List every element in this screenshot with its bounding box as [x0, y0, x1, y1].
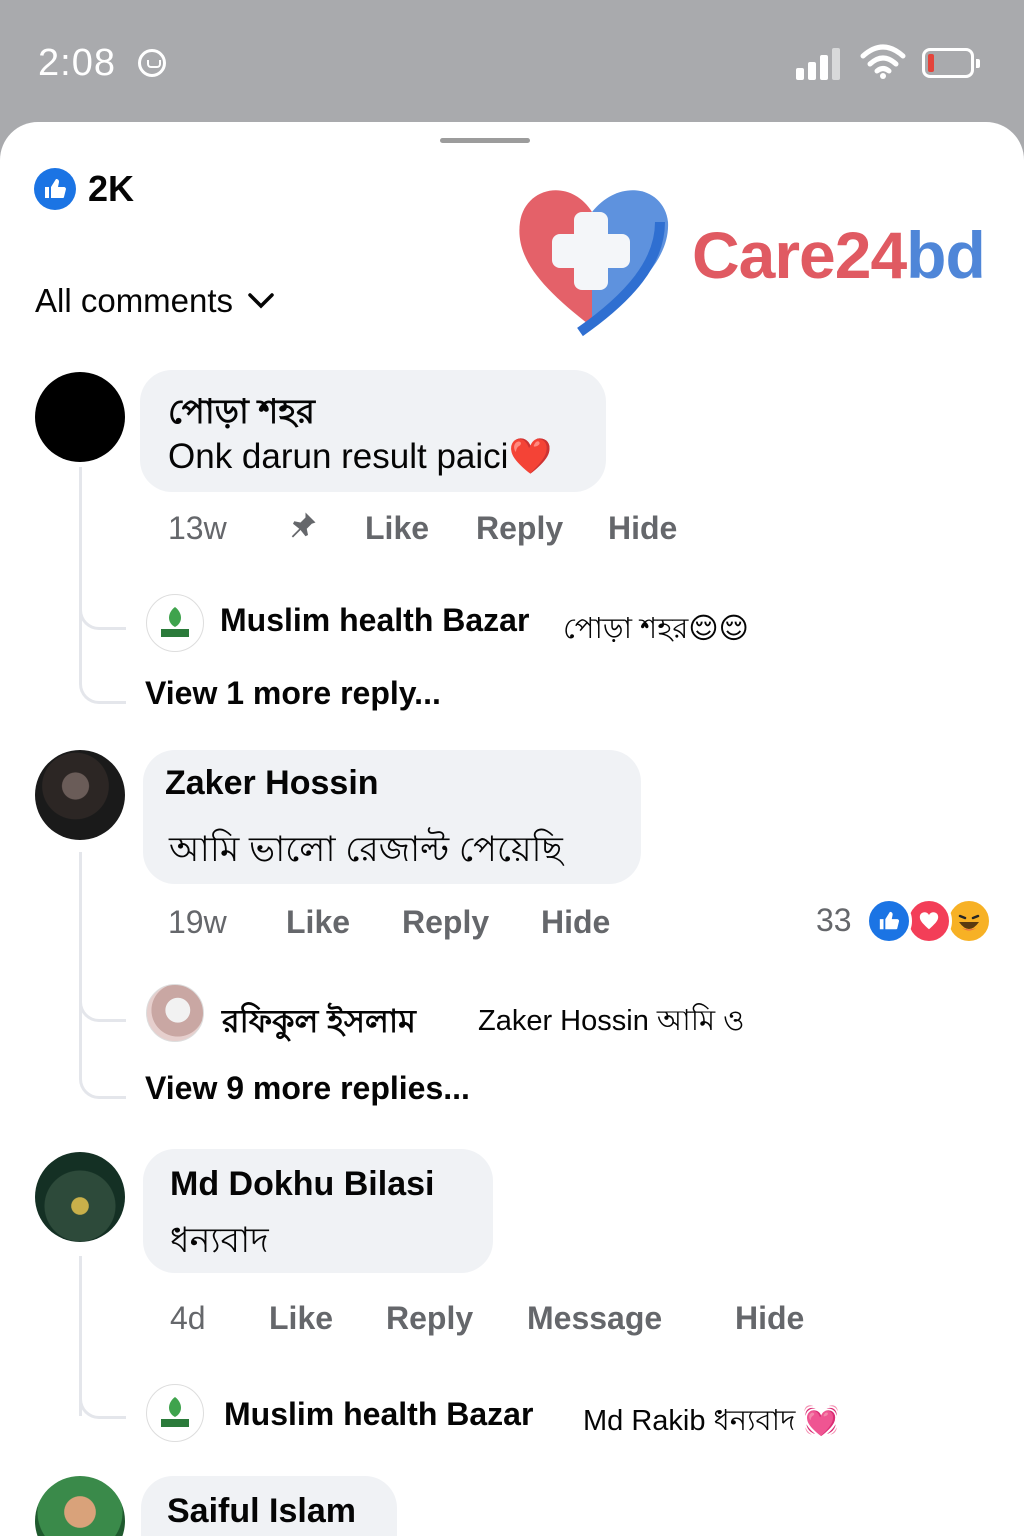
reply-author[interactable]: Muslim health Bazar: [220, 602, 529, 639]
comment-timestamp[interactable]: 13w: [168, 510, 227, 547]
comment-timestamp[interactable]: 19w: [168, 904, 227, 941]
reply-avatar[interactable]: [146, 594, 204, 652]
view-more-connector: [79, 1072, 126, 1099]
reply-author[interactable]: রফিকুল ইসলাম: [222, 996, 416, 1050]
like-action[interactable]: Like: [365, 510, 429, 547]
chevron-down-icon: [248, 293, 274, 309]
reply-connector: [79, 995, 126, 1022]
comment-text: আমি ভালো রেজাল্ট পেয়েছি: [169, 830, 563, 869]
heart-emoji: ❤️: [508, 437, 553, 476]
beating-heart-emoji: 💓: [803, 1405, 840, 1437]
like-icon: [34, 168, 76, 210]
reply-avatar[interactable]: [146, 984, 204, 1042]
relieved-emoji: 😌😌: [688, 613, 749, 645]
comments-sheet: 2K All comments Care24bd পোড়া শহর Onk d…: [0, 122, 1024, 1536]
pin-icon: [291, 512, 316, 538]
comment-author[interactable]: Zaker Hossin: [165, 764, 379, 803]
comment-bubble[interactable]: Saiful Islam: [141, 1476, 397, 1536]
reply-connector: [79, 1392, 126, 1419]
reply-action[interactable]: Reply: [476, 510, 563, 547]
comment-avatar[interactable]: [35, 372, 125, 462]
reply-action[interactable]: Reply: [402, 904, 489, 941]
reactions-summary[interactable]: 2K: [34, 168, 134, 210]
reply-text: Zaker Hossin আমি ও: [478, 1005, 745, 1037]
reply-text: পোড়া শহর😌😌: [563, 613, 749, 645]
like-action[interactable]: Like: [269, 1300, 333, 1337]
view-more-replies-link[interactable]: View 9 more replies...: [145, 1070, 470, 1107]
like-icon: [866, 898, 912, 944]
view-more-connector: [79, 677, 126, 704]
comment-bubble[interactable]: Zaker Hossin আমি ভালো রেজাল্ট পেয়েছি: [143, 750, 641, 884]
comment-bubble[interactable]: পোড়া শহর Onk darun result paici❤️: [140, 370, 606, 492]
haha-icon: [946, 898, 992, 944]
wifi-icon: [860, 44, 906, 79]
status-bar: 2:08: [0, 0, 1024, 125]
hide-action[interactable]: Hide: [735, 1300, 804, 1337]
comment-text: ধন্যবাদ: [170, 1221, 269, 1260]
thread-line: [79, 852, 82, 1072]
reply-action[interactable]: Reply: [386, 1300, 473, 1337]
hide-action[interactable]: Hide: [541, 904, 610, 941]
comment-author[interactable]: Saiful Islam: [167, 1492, 356, 1531]
comment-bubble[interactable]: Md Dokhu Bilasi ধন্যবাদ: [143, 1149, 493, 1273]
hide-action[interactable]: Hide: [608, 510, 677, 547]
muslim-health-bazar-logo-icon: [149, 1387, 201, 1439]
view-more-replies-link[interactable]: View 1 more reply...: [145, 675, 441, 712]
comment-text: Onk darun result paici❤️: [168, 437, 553, 476]
message-action[interactable]: Message: [527, 1300, 662, 1337]
like-action[interactable]: Like: [286, 904, 350, 941]
thread-line: [79, 467, 82, 677]
comment-avatar[interactable]: [35, 750, 125, 840]
reaction-count[interactable]: 33: [816, 902, 852, 939]
comment-avatar[interactable]: [35, 1476, 125, 1536]
filter-label: All comments: [35, 282, 234, 319]
battery-low-icon: [922, 48, 980, 78]
muslim-health-bazar-logo-icon: [149, 597, 201, 649]
reply-avatar[interactable]: [146, 1384, 204, 1442]
comment-filter-dropdown[interactable]: All comments: [35, 282, 275, 320]
comment-timestamp[interactable]: 4d: [170, 1300, 206, 1337]
comment-author[interactable]: পোড়া শহর: [168, 386, 315, 443]
reactions-count: 2K: [88, 168, 135, 209]
comment-avatar[interactable]: [35, 1152, 125, 1242]
watermark-text: Care24bd: [692, 218, 986, 292]
signal-icon: [796, 46, 842, 80]
comment-author[interactable]: Md Dokhu Bilasi: [170, 1165, 434, 1204]
heart-cross-logo-icon: [519, 190, 669, 337]
reply-author[interactable]: Muslim health Bazar: [224, 1396, 533, 1433]
care24bd-watermark: Care24bd: [510, 177, 1010, 347]
sheet-drag-handle[interactable]: [440, 138, 530, 143]
reply-text: Md Rakib ধন্যবাদ 💓: [583, 1405, 840, 1437]
reply-connector: [79, 603, 126, 630]
status-time: 2:08: [38, 42, 116, 84]
love-icon: [906, 898, 952, 944]
do-not-disturb-icon: [138, 49, 166, 77]
